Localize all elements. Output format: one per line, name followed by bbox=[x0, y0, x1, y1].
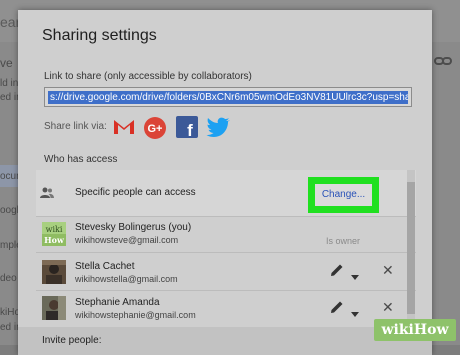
scrollbar-thumb[interactable] bbox=[407, 182, 415, 314]
gmail-icon[interactable] bbox=[112, 116, 136, 140]
share-link-value[interactable]: s://drive.google.com/drive/folders/0BxCN… bbox=[48, 91, 408, 104]
divider bbox=[36, 216, 416, 217]
svg-text:How: How bbox=[44, 235, 65, 245]
people-icon bbox=[40, 186, 54, 204]
person-email: wikihowstephanie@gmail.com bbox=[75, 310, 196, 320]
who-has-access-heading: Who has access bbox=[44, 154, 118, 165]
background-side-text: ld in bbox=[0, 78, 19, 89]
background-side-text: deo bbox=[0, 273, 17, 284]
twitter-icon[interactable] bbox=[206, 116, 232, 140]
chevron-down-icon[interactable] bbox=[351, 267, 359, 285]
person-name: Stella Cachet bbox=[75, 261, 135, 272]
invite-people-label: Invite people: bbox=[42, 335, 102, 346]
avatar bbox=[42, 260, 66, 284]
link-icon bbox=[434, 55, 460, 70]
pencil-icon[interactable] bbox=[329, 262, 345, 283]
person-email: wikihowstella@gmail.com bbox=[75, 274, 178, 284]
svg-text:wiki: wiki bbox=[46, 225, 63, 234]
svg-text:G+: G+ bbox=[148, 123, 163, 135]
background-side-text: ve bbox=[0, 56, 13, 70]
remove-person-button[interactable]: ✕ bbox=[382, 299, 394, 316]
divider bbox=[36, 290, 416, 291]
wikihow-watermark: wikiHow bbox=[374, 319, 456, 341]
pencil-icon[interactable] bbox=[329, 299, 345, 320]
change-access-button[interactable]: Change... bbox=[315, 184, 372, 206]
person-name: Stephanie Amanda bbox=[75, 297, 160, 308]
share-link-field[interactable]: s://drive.google.com/drive/folders/0BxCN… bbox=[44, 87, 412, 107]
share-via-label: Share link via: bbox=[44, 121, 107, 132]
facebook-icon[interactable]: f bbox=[176, 116, 198, 140]
avatar: wiki How bbox=[42, 222, 66, 246]
link-share-label: Link to share (only accessible by collab… bbox=[44, 71, 252, 82]
chevron-down-icon[interactable] bbox=[351, 304, 359, 322]
person-name: Stevesky Bolingerus (you) bbox=[75, 222, 192, 233]
avatar bbox=[42, 296, 66, 320]
sharing-settings-dialog: Sharing settings Link to share (only acc… bbox=[18, 10, 432, 355]
owner-label: Is owner bbox=[326, 236, 361, 246]
remove-person-button[interactable]: ✕ bbox=[382, 262, 394, 279]
background-side-text: kiHo bbox=[0, 307, 21, 318]
dialog-title: Sharing settings bbox=[42, 27, 157, 44]
access-level-text: Specific people can access bbox=[75, 187, 196, 198]
divider bbox=[36, 252, 416, 253]
person-email: wikihowsteve@gmail.com bbox=[75, 235, 179, 245]
svg-text:f: f bbox=[187, 121, 193, 138]
google-plus-icon[interactable]: G+ bbox=[143, 116, 167, 140]
